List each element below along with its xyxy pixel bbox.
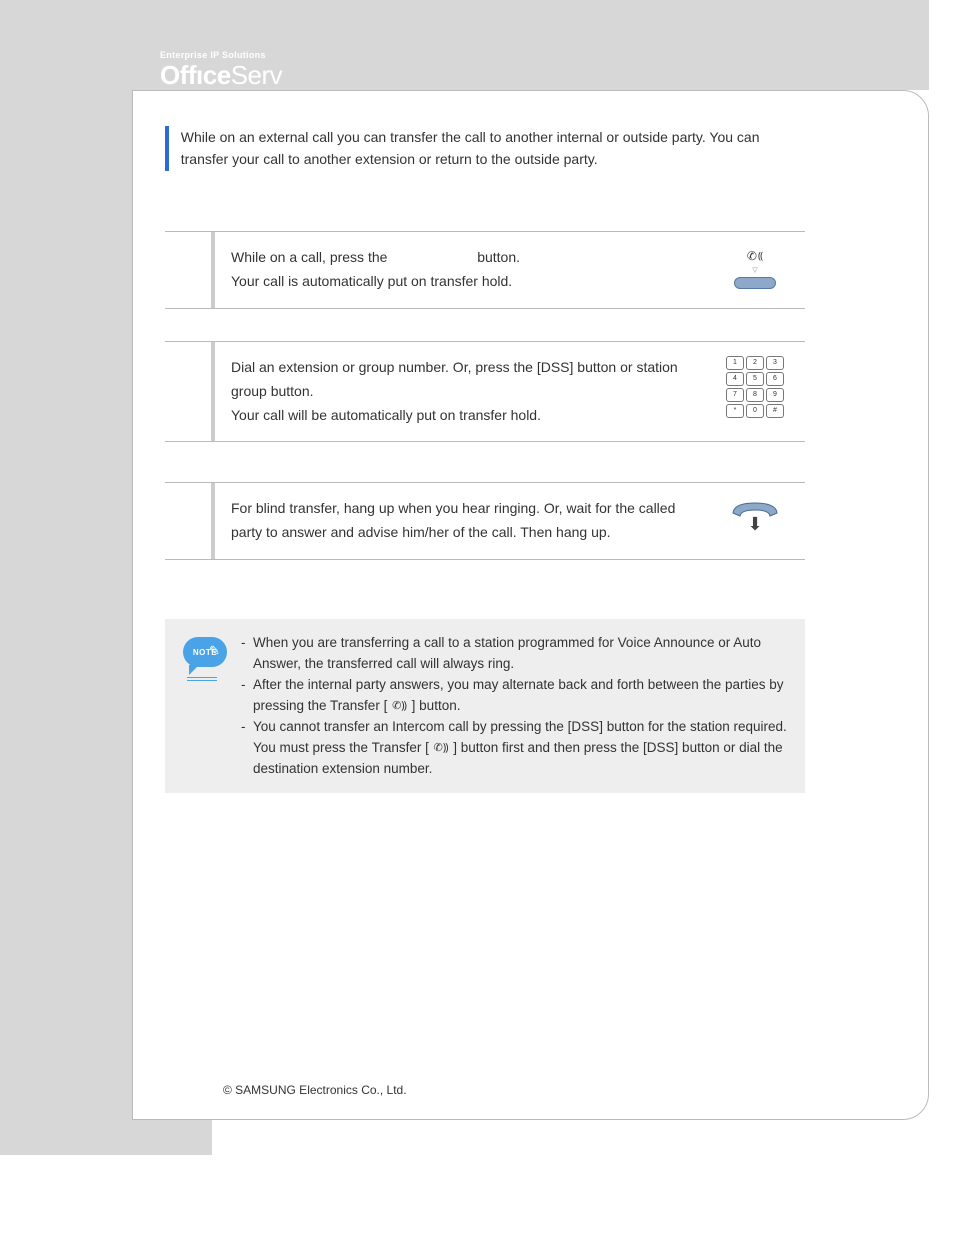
key-6: 6 [766, 372, 784, 386]
step-1-text: While on a call, press the button. Your … [231, 246, 715, 294]
step-num-col [165, 483, 215, 559]
inner-left-column [52, 90, 132, 1155]
step-2: Dial an extension or group number. Or, p… [165, 341, 805, 442]
key-hash: # [766, 404, 784, 418]
brand-tagline: Enterprise IP Solutions [160, 50, 282, 60]
key-1: 1 [726, 356, 744, 370]
step-num-col [165, 342, 215, 441]
key-7: 7 [726, 388, 744, 402]
down-caret-icon: ▽ [752, 269, 757, 273]
soundwave-icon: ⸩ [758, 248, 763, 265]
keypad-icon: 1 2 3 4 5 6 7 8 9 * 0 # [726, 356, 784, 418]
intro-text: While on an external call you can transf… [181, 126, 805, 171]
bottom-tab-gray [132, 1120, 212, 1155]
step-num-col [165, 232, 215, 308]
footer-copyright: © SAMSUNG Electronics Co., Ltd. [223, 1083, 407, 1097]
note-box: NOTE ✎ -When you are transferring a call… [165, 619, 805, 793]
transfer-inline-icon: ✆⸩ [433, 740, 450, 757]
note-icon: NOTE ✎ [179, 633, 231, 779]
step-1: While on a call, press the button. Your … [165, 231, 805, 309]
step-3: For blind transfer, hang up when you hea… [165, 482, 805, 560]
brand-wordmark: OffıceServ [160, 60, 282, 91]
pencil-icon: ✎ [209, 643, 223, 657]
key-4: 4 [726, 372, 744, 386]
key-2: 2 [746, 356, 764, 370]
step-2-text: Dial an extension or group number. Or, p… [231, 356, 715, 427]
page-frame: While on an external call you can transf… [132, 90, 929, 1120]
key-0: 0 [746, 404, 764, 418]
key-star: * [726, 404, 744, 418]
key-9: 9 [766, 388, 784, 402]
intro-accent-bar [165, 126, 169, 171]
transfer-button-icon: ✆ ⸩ ▽ [734, 246, 776, 289]
pill-button-icon [734, 277, 776, 289]
handset-icon: ✆ [747, 246, 757, 266]
key-5: 5 [746, 372, 764, 386]
key-3: 3 [766, 356, 784, 370]
hangup-icon: ⬇ [730, 497, 780, 530]
intro-block: While on an external call you can transf… [165, 126, 805, 171]
left-margin [0, 0, 52, 1155]
transfer-inline-icon: ✆⸩ [391, 698, 408, 715]
key-8: 8 [746, 388, 764, 402]
brand-logo: Enterprise IP Solutions OffıceServ [160, 50, 282, 91]
top-left-block [52, 0, 132, 90]
arrow-down-icon: ⬇ [747, 519, 762, 530]
step-3-text: For blind transfer, hang up when you hea… [231, 497, 715, 545]
note-text: -When you are transferring a call to a s… [231, 633, 787, 779]
